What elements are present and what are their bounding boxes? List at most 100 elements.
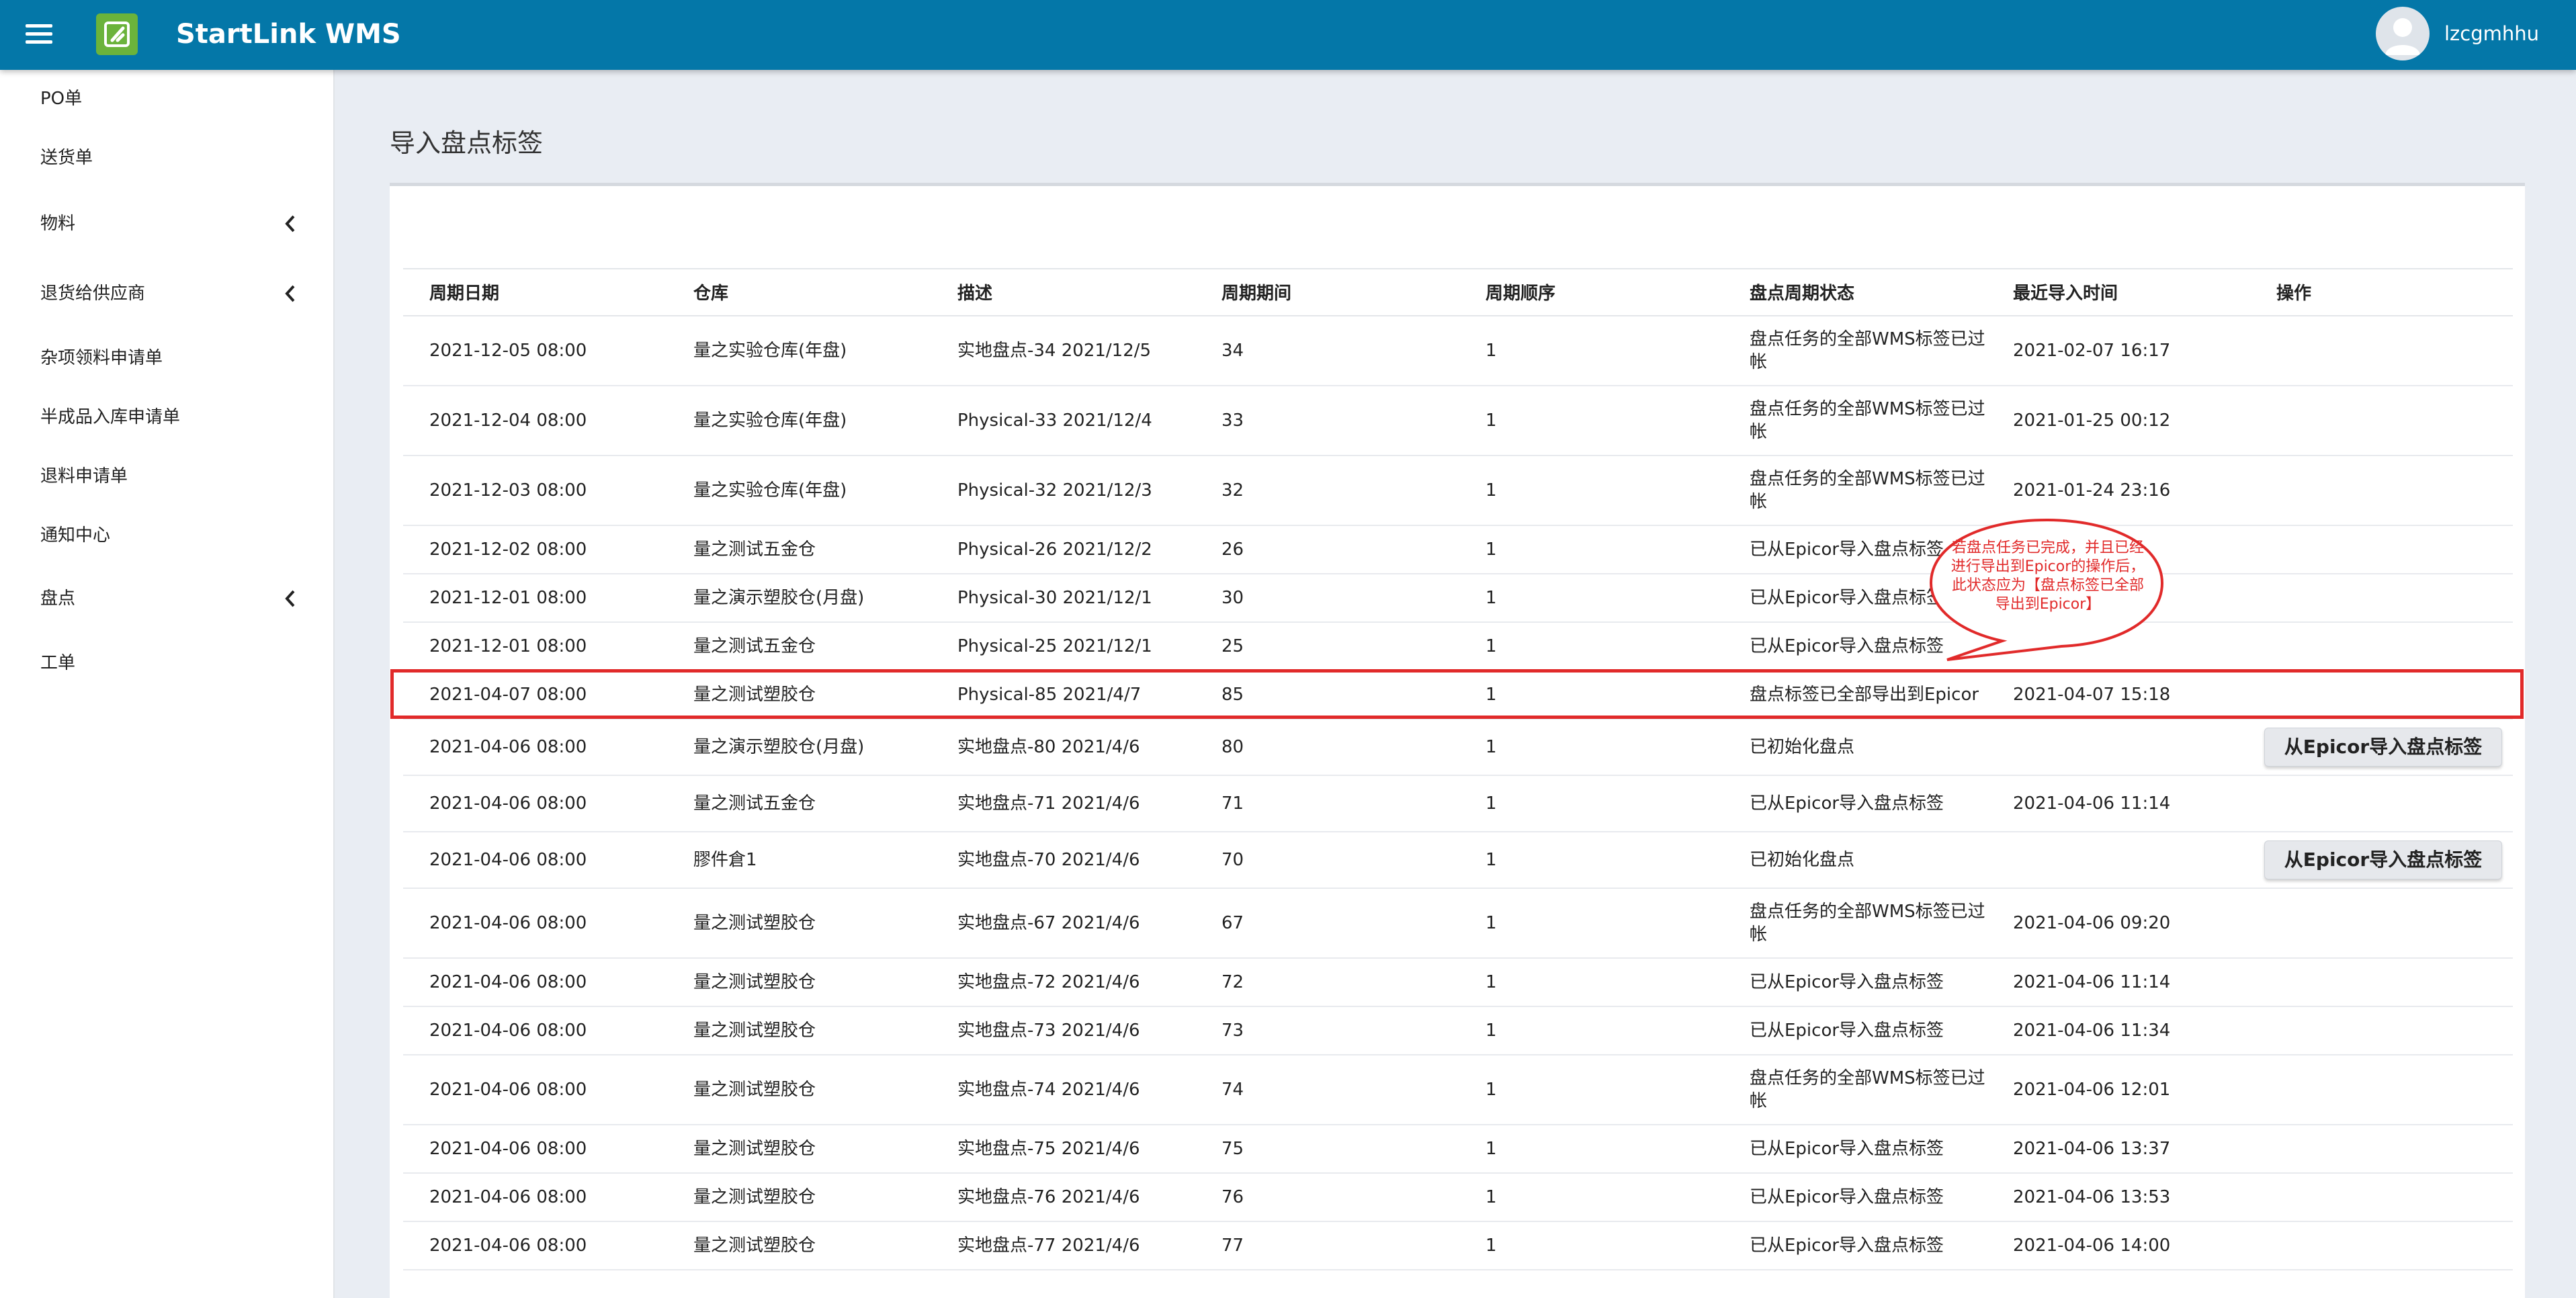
- cell-description: Physical-33 2021/12/4: [957, 410, 1152, 431]
- cell-import-time: 2021-04-06 12:01: [2013, 1080, 2171, 1100]
- chevron-left-icon[interactable]: [281, 212, 300, 235]
- cell-status: 已初始化盘点: [1750, 737, 1855, 757]
- column-header[interactable]: 仓库: [693, 269, 728, 318]
- cell-import-time: 2021-02-07 16:17: [2013, 341, 2171, 361]
- column-header[interactable]: 盘点周期状态: [1750, 269, 1998, 318]
- column-header[interactable]: 周期顺序: [1486, 269, 1555, 318]
- cell-date: 2021-12-03 08:00: [429, 480, 587, 501]
- cell-status: 已从Epicor导入盘点标签: [1750, 972, 1944, 992]
- cell-period: 30: [1221, 588, 1244, 608]
- cell-period: 71: [1221, 793, 1244, 814]
- cell-date: 2021-04-06 08:00: [429, 1187, 587, 1207]
- cell-period: 32: [1221, 480, 1244, 501]
- cell-date: 2021-04-06 08:00: [429, 913, 587, 933]
- table-row: 2021-12-03 08:00 量之实验仓库(年盘) Physical-32 20…: [403, 456, 2513, 526]
- user-avatar-icon[interactable]: [2376, 7, 2430, 60]
- cell-import-time: 2021-04-06 13:53: [2013, 1187, 2171, 1207]
- sidebar-item-material-return[interactable]: 退料申请单: [40, 465, 128, 488]
- column-header[interactable]: 周期日期: [429, 269, 499, 318]
- cell-sequence: 1: [1486, 793, 1497, 814]
- stocktake-table: 周期日期 仓库 描述 周期期间 周期顺序 盘点周期状态 最近导入时间 操作 20…: [403, 268, 2513, 1270]
- cell-import-time: 2021-04-06 13:37: [2013, 1139, 2171, 1159]
- cell-import-time: 2021-04-07 15:18: [2013, 685, 2171, 705]
- column-header[interactable]: 最近导入时间: [2013, 269, 2118, 318]
- sidebar-item-stocktake[interactable]: 盘点: [40, 587, 75, 610]
- cell-warehouse: 量之测试五金仓: [693, 636, 816, 656]
- sidebar-item-misc-requisition[interactable]: 杂项领料申请单: [40, 347, 163, 370]
- column-header[interactable]: 周期期间: [1221, 269, 1291, 318]
- cell-import-time: 2021-01-24 23:16: [2013, 480, 2171, 501]
- cell-status: 盘点任务的全部WMS标签已过帐: [1750, 399, 1985, 442]
- cell-period: 34: [1221, 341, 1244, 361]
- sidebar-item-return-to-supplier[interactable]: 退货给供应商: [40, 282, 145, 305]
- cell-import-time: 2021-01-25 00:12: [2013, 410, 2171, 431]
- cell-period: 73: [1221, 1021, 1244, 1041]
- cell-warehouse: 量之演示塑胶仓(月盘): [693, 737, 865, 757]
- cell-description: Physical-32 2021/12/3: [957, 480, 1152, 501]
- cell-date: 2021-12-01 08:00: [429, 588, 587, 608]
- cell-period: 72: [1221, 972, 1244, 992]
- cell-import-time: 2021-04-06 11:14: [2013, 793, 2171, 814]
- menu-icon[interactable]: [26, 24, 52, 46]
- cell-sequence: 1: [1486, 480, 1497, 501]
- cell-period: 25: [1221, 636, 1244, 656]
- cell-period: 76: [1221, 1187, 1244, 1207]
- cell-status: 已从Epicor导入盘点标签: [1750, 588, 1944, 608]
- cell-date: 2021-04-06 08:00: [429, 850, 587, 870]
- table-row: 2021-04-06 08:00 量之测试塑胶仓 实地盘点-73 2021/4/6 7…: [403, 1007, 2513, 1055]
- cell-date: 2021-12-01 08:00: [429, 636, 587, 656]
- sidebar-item-work-order[interactable]: 工单: [40, 652, 75, 675]
- cell-description: 实地盘点-75 2021/4/6: [957, 1139, 1140, 1159]
- cell-sequence: 1: [1486, 1021, 1497, 1041]
- cell-sequence: 1: [1486, 410, 1497, 431]
- table-row: 2021-12-02 08:00 量之测试五金仓 Physical-26 2021/…: [403, 526, 2513, 574]
- sidebar-item-notification-center[interactable]: 通知中心: [40, 524, 110, 547]
- cell-description: 实地盘点-67 2021/4/6: [957, 913, 1140, 933]
- table-row: 2021-12-05 08:00 量之实验仓库(年盘) 实地盘点-34 2021/1…: [403, 316, 2513, 386]
- cell-sequence: 1: [1486, 1187, 1497, 1207]
- cell-warehouse: 量之测试五金仓: [693, 793, 816, 814]
- sidebar-item-po[interactable]: PO单: [40, 87, 82, 110]
- import-from-epicor-button[interactable]: 从Epicor导入盘点标签: [2264, 840, 2502, 879]
- chevron-left-icon[interactable]: [281, 282, 300, 305]
- cell-date: 2021-04-07 08:00: [429, 685, 587, 705]
- cell-status: 已从Epicor导入盘点标签: [1750, 1139, 1944, 1159]
- cell-sequence: 1: [1486, 913, 1497, 933]
- cell-sequence: 1: [1486, 685, 1497, 705]
- sidebar-item-material[interactable]: 物料: [40, 212, 75, 235]
- cell-warehouse: 量之测试塑胶仓: [693, 1187, 816, 1207]
- cell-sequence: 1: [1486, 1139, 1497, 1159]
- cell-status: 盘点任务的全部WMS标签已过帐: [1750, 469, 1985, 512]
- cell-date: 2021-04-06 08:00: [429, 1021, 587, 1041]
- chevron-left-icon[interactable]: [281, 587, 300, 610]
- cell-period: 33: [1221, 410, 1244, 431]
- table-row: 2021-04-06 08:00 量之演示塑胶仓(月盘) 实地盘点-80 2021/…: [403, 720, 2513, 776]
- cell-status: 已从Epicor导入盘点标签: [1750, 539, 1944, 560]
- cell-warehouse: 量之测试塑胶仓: [693, 913, 816, 933]
- table-row: 2021-04-06 08:00 量之测试塑胶仓 实地盘点-77 2021/4/6 7…: [403, 1222, 2513, 1270]
- table-row: 2021-04-07 08:00 量之测试塑胶仓 Physical-85 2021/…: [403, 671, 2513, 720]
- cell-sequence: 1: [1486, 588, 1497, 608]
- cell-period: 26: [1221, 539, 1244, 560]
- cell-sequence: 1: [1486, 737, 1497, 757]
- sidebar-item-semi-finished-inbound[interactable]: 半成品入库申请单: [40, 406, 180, 429]
- cell-date: 2021-04-06 08:00: [429, 972, 587, 992]
- sidebar-item-delivery[interactable]: 送货单: [40, 146, 93, 169]
- column-header[interactable]: 描述: [957, 269, 992, 318]
- cell-period: 75: [1221, 1139, 1244, 1159]
- cell-status: 已从Epicor导入盘点标签: [1750, 636, 1944, 656]
- table-row: 2021-12-01 08:00 量之测试五金仓 Physical-25 2021/…: [403, 623, 2513, 671]
- username[interactable]: lzcgmhhu: [2444, 20, 2539, 47]
- cell-date: 2021-04-06 08:00: [429, 1080, 587, 1100]
- cell-sequence: 1: [1486, 1236, 1497, 1256]
- top-app-bar: StartLink WMS lzcgmhhu: [0, 0, 2576, 70]
- import-from-epicor-button[interactable]: 从Epicor导入盘点标签: [2264, 728, 2502, 767]
- table-row: 2021-04-06 08:00 量之测试塑胶仓 实地盘点-76 2021/4/6 7…: [403, 1174, 2513, 1222]
- cell-status: 盘点任务的全部WMS标签已过帐: [1750, 329, 1985, 372]
- content-card: 周期日期 仓库 描述 周期期间 周期顺序 盘点周期状态 最近导入时间 操作 20…: [390, 183, 2525, 1298]
- table-row: 2021-04-06 08:00 量之测试塑胶仓 实地盘点-72 2021/4/6 7…: [403, 959, 2513, 1007]
- cell-date: 2021-12-04 08:00: [429, 410, 587, 431]
- cell-status: 已从Epicor导入盘点标签: [1750, 1236, 1944, 1256]
- cell-warehouse: 量之测试塑胶仓: [693, 972, 816, 992]
- cell-date: 2021-04-06 08:00: [429, 793, 587, 814]
